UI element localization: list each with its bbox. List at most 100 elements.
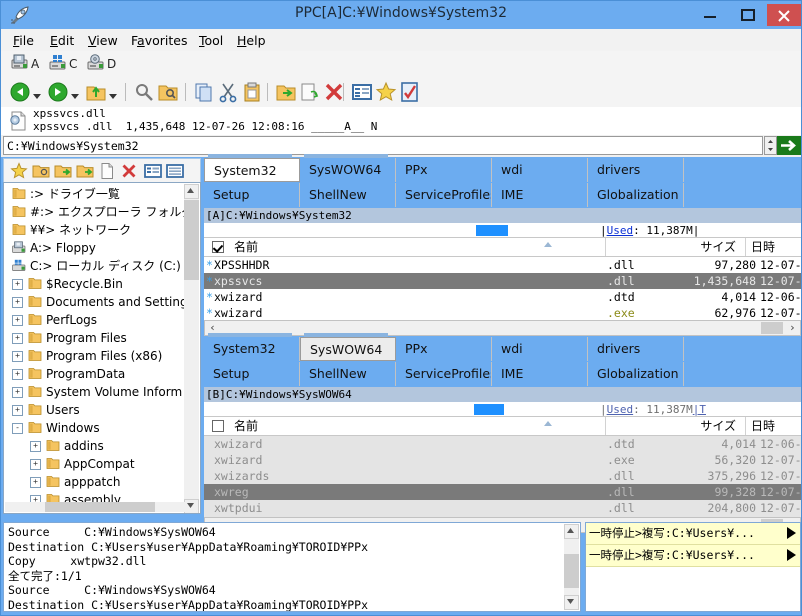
- tree-item[interactable]: +ProgramData: [6, 365, 184, 383]
- pane-a-select-all-checkbox[interactable]: [212, 241, 224, 253]
- task-list-pane[interactable]: 一時停止>複写:C:¥Users¥...一時停止>複写:C:¥Users¥...: [585, 522, 801, 612]
- pane-a-column-size[interactable]: サイズ: [606, 238, 746, 256]
- scroll-down-button[interactable]: [184, 499, 199, 514]
- scroll-up-button[interactable]: [184, 184, 199, 199]
- tab-wdi[interactable]: wdi: [492, 158, 588, 182]
- tree-item[interactable]: +Users: [6, 401, 184, 419]
- tree-item[interactable]: :> ドライブ一覧: [6, 185, 184, 203]
- tab-globalization[interactable]: Globalization: [588, 362, 684, 386]
- tree-expander-plus-icon[interactable]: +: [30, 441, 41, 452]
- tree-item[interactable]: -Windows: [6, 419, 184, 437]
- resume-play-icon[interactable]: [787, 527, 796, 539]
- file-row[interactable]: *xpssvcs.dll1,435,64812-07-26 12:08: [204, 273, 801, 289]
- tab-system32[interactable]: System32: [204, 158, 300, 182]
- minimize-button[interactable]: [691, 4, 729, 26]
- tab-syswow64[interactable]: SysWOW64: [300, 158, 396, 182]
- up-folder-icon[interactable]: [85, 81, 107, 103]
- pane-a-column-name[interactable]: 名前: [226, 238, 606, 256]
- folder-search-icon[interactable]: [157, 81, 179, 103]
- log-scroll-down-button[interactable]: [564, 595, 579, 610]
- tree-scroll-thumb[interactable]: [184, 200, 199, 280]
- tree-item[interactable]: ¥¥> ネットワーク: [6, 221, 184, 239]
- pane-a-hscroll-thumb[interactable]: [761, 322, 783, 334]
- tree-item[interactable]: +AppCompat: [6, 455, 184, 473]
- tree-expander-plus-icon[interactable]: +: [12, 369, 23, 380]
- tab-ime[interactable]: IME: [492, 183, 588, 207]
- tab-shellnew[interactable]: ShellNew: [300, 362, 396, 386]
- tree-item[interactable]: +Program Files: [6, 329, 184, 347]
- tree-expander-minus-icon[interactable]: -: [12, 423, 23, 434]
- task-item[interactable]: 一時停止>複写:C:¥Users¥...: [586, 523, 800, 545]
- list-view-icon[interactable]: [144, 162, 162, 180]
- pane-b-column-name[interactable]: 名前: [226, 417, 606, 435]
- tree-expander-plus-icon[interactable]: +: [12, 333, 23, 344]
- log-vertical-scrollbar[interactable]: [564, 524, 579, 610]
- file-row[interactable]: xwizard.exe56,32012-07-26 12:21: [204, 452, 801, 468]
- pane-a-tab-row-2[interactable]: SetupShellNewServiceProfilesIMEGlobaliza…: [204, 183, 801, 207]
- log-scroll-up-button[interactable]: [564, 524, 579, 539]
- tab-setup[interactable]: Setup: [204, 362, 300, 386]
- pane-a-tab-row-1[interactable]: System32SysWOW64PPxwdidrivers: [204, 158, 801, 182]
- tree-item[interactable]: +apppatch: [6, 473, 184, 491]
- resume-play-icon[interactable]: [787, 549, 796, 561]
- tree-expander-plus-icon[interactable]: +: [12, 405, 23, 416]
- pane-b-tab-row-2[interactable]: SetupShellNewServiceProfilesIMEGlobaliza…: [204, 362, 801, 386]
- path-input[interactable]: C:¥Windows¥System32: [3, 136, 763, 155]
- tab-ppx[interactable]: PPx: [396, 337, 492, 361]
- new-file-icon[interactable]: [98, 162, 116, 180]
- tab-drivers[interactable]: drivers: [588, 337, 684, 361]
- tab-drivers[interactable]: drivers: [588, 158, 684, 182]
- new-folder-icon[interactable]: [299, 81, 321, 103]
- pane-b-select-all-checkbox[interactable]: [212, 420, 224, 432]
- tree-vertical-scrollbar[interactable]: [184, 184, 199, 514]
- drive-button-d[interactable]: D: [87, 54, 116, 74]
- delete-icon[interactable]: [120, 162, 138, 180]
- back-dropdown-icon[interactable]: [33, 89, 41, 97]
- tab-syswow64[interactable]: SysWOW64: [300, 337, 396, 361]
- tree-expander-plus-icon[interactable]: +: [12, 279, 23, 290]
- search-icon[interactable]: [133, 81, 155, 103]
- back-arrow-icon[interactable]: [9, 81, 31, 103]
- pane-a-horizontal-scrollbar[interactable]: ‹ ›: [204, 320, 801, 336]
- favorite-star-icon[interactable]: [375, 81, 397, 103]
- menu-item-help[interactable]: Help: [233, 32, 270, 49]
- log-output-pane[interactable]: Source C:¥Windows¥SysWOW64Destination C:…: [3, 522, 581, 612]
- tab-ime[interactable]: IME: [492, 362, 588, 386]
- tab-ppx[interactable]: PPx: [396, 158, 492, 182]
- log-scroll-thumb[interactable]: [564, 554, 579, 588]
- tab-globalization[interactable]: Globalization: [588, 183, 684, 207]
- tree-expander-plus-icon[interactable]: +: [12, 387, 23, 398]
- new-folder-icon[interactable]: [54, 162, 72, 180]
- paste-icon[interactable]: [241, 81, 263, 103]
- menu-item-favorites[interactable]: Favorites: [127, 32, 191, 49]
- move-folder-icon[interactable]: [76, 162, 94, 180]
- task-item[interactable]: 一時停止>複写:C:¥Users¥...: [586, 545, 800, 567]
- tree-item[interactable]: +$Recycle.Bin: [6, 275, 184, 293]
- forward-dropdown-icon[interactable]: [71, 89, 79, 97]
- tree-item[interactable]: +System Volume Inform: [6, 383, 184, 401]
- tab-serviceprofiles[interactable]: ServiceProfiles: [396, 183, 492, 207]
- maximize-button[interactable]: [729, 4, 767, 26]
- tree-item[interactable]: +addins: [6, 437, 184, 455]
- move-to-folder-icon[interactable]: [275, 81, 297, 103]
- path-go-button[interactable]: [777, 136, 801, 155]
- pane-b-column-size[interactable]: サイズ: [606, 417, 746, 435]
- pane-b-column-date[interactable]: 日時: [746, 417, 801, 435]
- copy-icon[interactable]: [193, 81, 215, 103]
- menu-item-tool[interactable]: Tool: [195, 32, 227, 49]
- drive-button-c[interactable]: C: [49, 54, 77, 74]
- tree-item[interactable]: C:> ローカル ディスク (C:): [6, 257, 184, 275]
- tree-expander-plus-icon[interactable]: +: [30, 477, 41, 488]
- properties-icon[interactable]: [399, 81, 421, 103]
- tab-wdi[interactable]: wdi: [492, 337, 588, 361]
- tree-item[interactable]: A:> Floppy: [6, 239, 184, 257]
- tree-hscroll-thumb[interactable]: [45, 502, 155, 512]
- file-row[interactable]: xwizards.dll375,29612-07-26 12:20: [204, 468, 801, 484]
- pane-a-column-date[interactable]: 日時: [746, 238, 801, 256]
- tree-item[interactable]: +Documents and Setting: [6, 293, 184, 311]
- pane-a-scroll-right[interactable]: ›: [785, 321, 800, 335]
- file-row[interactable]: *XPSSHHDR.dll97,28012-07-26 12:08: [204, 257, 801, 273]
- tree-item[interactable]: #:> エクスプローラ フォルダ: [6, 203, 184, 221]
- file-row[interactable]: *xwizard.exe62,97612-07-26 12:08: [204, 305, 801, 321]
- tree-item[interactable]: +PerfLogs: [6, 311, 184, 329]
